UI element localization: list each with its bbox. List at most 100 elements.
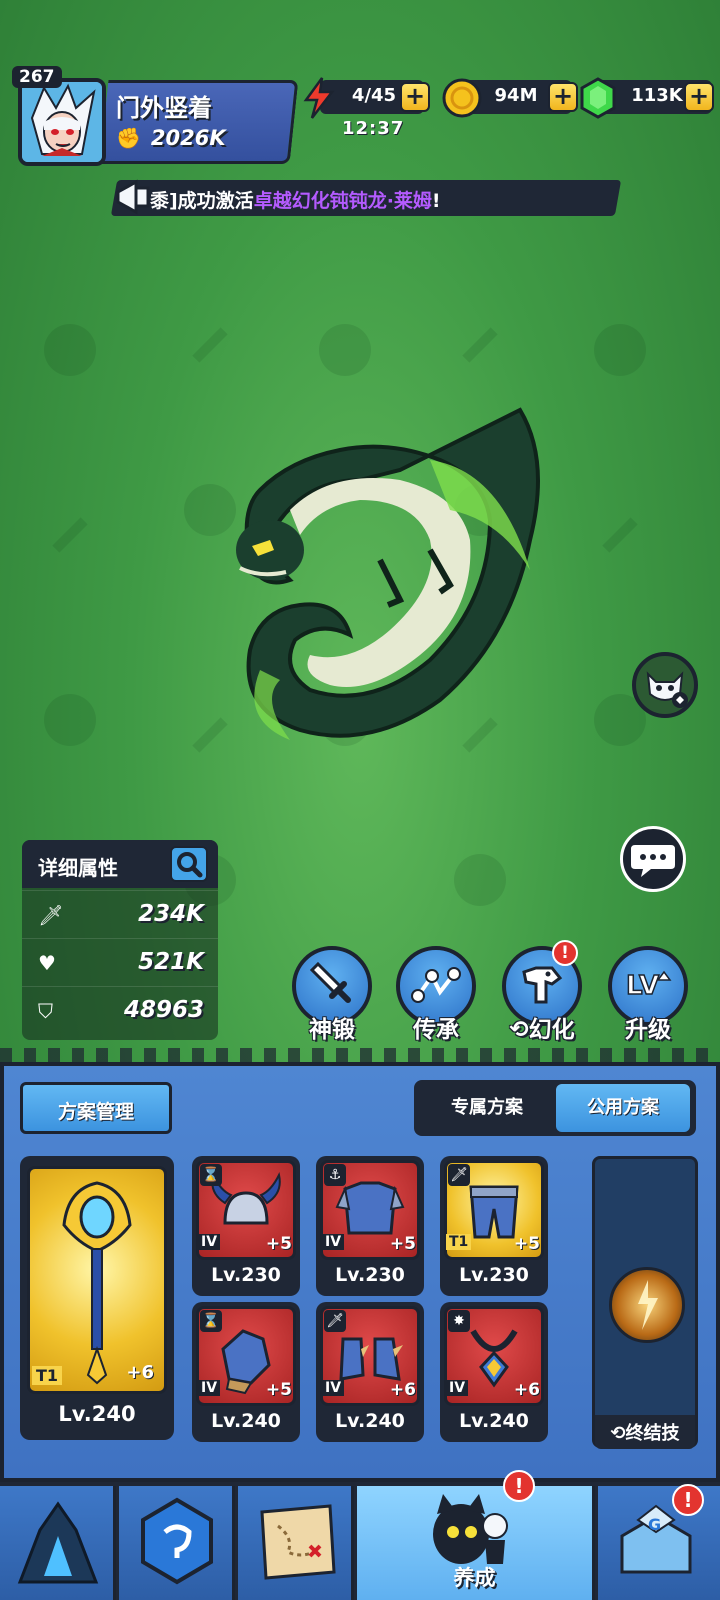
transform-button[interactable]: ⟲幻化 ! <box>500 940 584 1046</box>
weapon-level: Lv.240 <box>58 1402 136 1426</box>
ultimate-label: ⟲终结技 <box>595 1415 695 1449</box>
pet-characters-icon <box>433 1494 508 1564</box>
upgrade-button[interactable]: LV 升级 <box>606 946 690 1046</box>
equip-plus: +6 <box>389 1380 416 1400</box>
weapon-frame <box>27 1166 167 1394</box>
svg-text:LV: LV <box>626 971 659 1001</box>
stats-title: 详细属性 <box>38 856 118 880</box>
lightning-icon <box>303 77 335 119</box>
equip-slot-boots[interactable]: 🗡 IV +6 Lv.240 <box>316 1302 424 1442</box>
stat-defense-value: 48963 <box>123 997 204 1023</box>
shield-icon: ⛉ <box>38 999 53 1023</box>
weapon-tier-badge: T1 <box>32 1366 63 1385</box>
inherit-label: 传承 <box>413 1017 459 1043</box>
attack-sword-icon: 🗡 <box>38 903 64 927</box>
stat-hp-value: 521K <box>138 949 204 975</box>
equip-level: Lv.230 <box>459 1264 529 1286</box>
nav-tab-castle[interactable]: G ! <box>598 1484 720 1600</box>
equip-slot-armor[interactable]: ⚓ IV +5 Lv.230 <box>316 1156 424 1296</box>
monster-face-icon <box>646 671 688 708</box>
sword-icon: 🗡 <box>324 1310 346 1332</box>
avatar-portrait-icon <box>22 82 102 162</box>
combat-power: ✊ 2026K <box>116 126 226 150</box>
avatar[interactable] <box>18 78 106 166</box>
gold-coin-icon <box>442 78 482 118</box>
burst-icon: ✸ <box>448 1310 470 1332</box>
equip-level: Lv.240 <box>335 1410 405 1432</box>
sword-icon: 🗡 <box>448 1164 470 1186</box>
nav-tab-rune[interactable] <box>119 1486 235 1600</box>
player-name: 门外竖着 <box>116 94 212 122</box>
plan-manage-button[interactable]: 方案管理 <box>20 1082 172 1134</box>
combat-power-value: 2026K <box>150 126 226 150</box>
transform-label: ⟲幻化 <box>500 1010 584 1044</box>
skin-toggle-button[interactable] <box>632 652 698 718</box>
add-gems-button[interactable]: + <box>684 82 714 112</box>
swap-icon: ⟲ <box>610 1423 626 1444</box>
tab-public-plan[interactable]: 公用方案 <box>556 1084 690 1132</box>
announcement-text: 黍]成功激活卓越幻化钝钝龙·莱姆! <box>150 186 441 213</box>
equip-tier: IV <box>446 1380 469 1396</box>
nav-tab-cultivate[interactable]: 养成 ! <box>357 1470 595 1600</box>
ultimate-skill-slot[interactable]: ⟲终结技 <box>592 1156 698 1449</box>
tab-exclusive-plan[interactable]: 专属方案 <box>420 1084 554 1132</box>
forge-label: 神锻 <box>309 1017 355 1043</box>
inherit-button[interactable]: 传承 <box>394 946 478 1046</box>
equip-plus: +5 <box>389 1234 416 1254</box>
equip-level: Lv.240 <box>459 1410 529 1432</box>
transform-label-text: 幻化 <box>528 1017 575 1043</box>
plan-manage-label: 方案管理 <box>57 1101 134 1123</box>
player-level-badge: 267 <box>12 66 62 88</box>
cultivate-alert-badge: ! <box>503 1470 535 1502</box>
stats-panel: 详细属性 🗡 234K ♥ 521K ⛉ 48963 <box>22 840 218 1040</box>
ultimate-label-text: 终结技 <box>625 1423 680 1444</box>
announcement-prefix: 黍]成功激活 <box>150 190 254 212</box>
treasure-map-icon <box>260 1504 336 1580</box>
equip-slot-pants[interactable]: 🗡 T1 +5 Lv.230 <box>440 1156 548 1296</box>
equip-slot-helmet[interactable]: ⌛ IV +5 Lv.230 <box>192 1156 300 1296</box>
chat-button[interactable] <box>620 826 686 892</box>
lightning-orb-icon <box>638 1280 658 1330</box>
stat-hp-row: ♥ 521K <box>22 938 218 986</box>
equip-tier: IV <box>198 1234 221 1250</box>
chat-bubble-icon <box>631 845 675 877</box>
equip-slot-gloves[interactable]: ⌛ IV +5 Lv.240 <box>192 1302 300 1442</box>
hourglass-icon: ⌛ <box>200 1310 222 1332</box>
ultimate-orb-icon <box>609 1267 685 1343</box>
castle-alert-badge: ! <box>672 1484 704 1516</box>
nav-tab-map[interactable] <box>238 1486 354 1600</box>
energy-timer: 12:37 <box>342 118 405 139</box>
stat-attack-value: 234K <box>138 901 204 927</box>
equip-tier: T1 <box>446 1234 472 1250</box>
equip-plus: +5 <box>513 1234 540 1254</box>
weapon-slot[interactable]: T1 +6 Lv.240 <box>20 1156 174 1440</box>
green-gem-icon <box>580 77 616 119</box>
equip-plus: +6 <box>513 1380 540 1400</box>
equip-level: Lv.230 <box>335 1264 405 1286</box>
heart-icon: ♥ <box>38 951 56 975</box>
transform-alert-badge: ! <box>552 940 578 966</box>
add-energy-button[interactable]: + <box>400 82 430 112</box>
add-gold-button[interactable]: + <box>548 82 578 112</box>
hex-rune-icon <box>141 1497 213 1585</box>
equip-tier: IV <box>322 1234 345 1250</box>
hourglass-icon: ⌛ <box>200 1164 222 1186</box>
equip-tier: IV <box>322 1380 345 1396</box>
equip-level: Lv.230 <box>211 1264 281 1286</box>
announcement-highlight: 卓越幻化钝钝龙·莱姆 <box>253 190 432 212</box>
stats-detail-button[interactable] <box>170 846 208 882</box>
equip-tier: IV <box>198 1380 221 1396</box>
equip-slot-necklace[interactable]: ✸ IV +6 Lv.240 <box>440 1302 548 1442</box>
anchor-icon: ⚓ <box>324 1164 346 1186</box>
plan-tabs: 专属方案 公用方案 <box>414 1080 696 1136</box>
equip-plus: +5 <box>265 1234 292 1254</box>
upgrade-label: 升级 <box>625 1017 671 1043</box>
search-icon <box>177 852 203 878</box>
stat-attack-row: 🗡 234K <box>22 890 218 938</box>
dragon-pet-image <box>236 407 540 740</box>
nav-tab-dungeon[interactable] <box>0 1486 116 1600</box>
forge-button[interactable]: 神锻 <box>290 946 374 1046</box>
nav-tab-cultivate-label: 养成 <box>453 1566 496 1590</box>
announcement-suffix: ! <box>431 190 441 212</box>
equip-level: Lv.240 <box>211 1410 281 1432</box>
